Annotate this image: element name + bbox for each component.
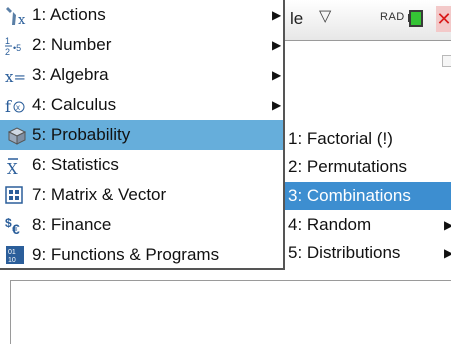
menu-item-finance[interactable]: $ € 8: Finance [0, 210, 283, 240]
algebra-icon: x= [4, 60, 30, 90]
submenu-item-label: 1: Factorial (!) [288, 129, 393, 148]
svg-text:10: 10 [8, 257, 16, 264]
menu-item-probability[interactable]: 5: Probability [0, 120, 283, 150]
submenu-item-combinations[interactable]: 3: Combinations [285, 182, 451, 210]
svg-text:x=: x= [5, 68, 26, 86]
submenu-arrow-icon: ▶ [272, 8, 282, 22]
title-bar: le ▽ RAD ✕ [276, 0, 451, 41]
chevron-down-icon[interactable]: ▽ [319, 6, 331, 26]
menu-item-calculus[interactable]: fx 4: Calculus ▶ [0, 90, 283, 120]
menu-item-label: 3: Algebra [32, 65, 109, 84]
svg-text:X: X [7, 160, 18, 178]
submenu-item-label: 4: Random [288, 215, 372, 234]
finance-icon: $ € [4, 210, 30, 240]
submenu-arrow-icon: ▶ [444, 246, 451, 260]
svg-text:$: $ [5, 216, 12, 230]
matrix-icon [4, 180, 30, 210]
svg-text:2: 2 [5, 47, 10, 57]
menu-item-label: 9: Functions & Programs [32, 245, 220, 264]
document-title[interactable]: le [290, 9, 303, 29]
svg-text:f: f [5, 97, 12, 116]
svg-text:x: x [16, 103, 20, 112]
probability-submenu: 1: Factorial (!) 2: Permutations 3: Comb… [284, 125, 451, 267]
menu-item-number[interactable]: 1 2 •5 2: Number ▶ [0, 30, 283, 60]
battery-icon [408, 10, 423, 27]
menu-item-algebra[interactable]: x= 3: Algebra ▶ [0, 60, 283, 90]
tools-icon: x [4, 0, 30, 30]
angle-mode-label: RAD [380, 11, 405, 23]
dice-icon [4, 120, 30, 150]
menu-item-label: 7: Matrix & Vector [32, 185, 167, 204]
entry-line[interactable] [10, 280, 451, 344]
menu-item-functions-programs[interactable]: 01 10 9: Functions & Programs [0, 240, 283, 270]
menu-item-label: 5: Probability [32, 125, 131, 144]
svg-text:€: € [12, 221, 20, 237]
menu-item-statistics[interactable]: X 6: Statistics [0, 150, 283, 180]
submenu-item-random[interactable]: 4: Random ▶ [285, 211, 451, 239]
submenu-arrow-icon: ▶ [272, 68, 282, 82]
submenu-arrow-icon: ▶ [272, 98, 282, 112]
menu-item-actions[interactable]: x 1: Actions ▶ [0, 0, 283, 30]
scroll-marker [442, 55, 451, 67]
menu-item-label: 8: Finance [32, 215, 112, 234]
submenu-item-label: 2: Permutations [288, 157, 408, 176]
menu-item-label: 2: Number [32, 35, 112, 54]
menu-item-label: 4: Calculus [32, 95, 117, 114]
menu-item-matrix-vector[interactable]: 7: Matrix & Vector [0, 180, 283, 210]
svg-text:01: 01 [8, 249, 16, 256]
calculus-icon: fx [4, 90, 30, 120]
menu-item-label: 6: Statistics [32, 155, 119, 174]
svg-text:•5: •5 [13, 43, 21, 53]
submenu-arrow-icon: ▶ [272, 38, 282, 52]
close-icon[interactable]: ✕ [436, 6, 451, 32]
main-menu: x 1: Actions ▶ 1 2 •5 2: Number ▶ x= 3: Al… [0, 0, 285, 270]
svg-text:1: 1 [5, 36, 10, 46]
submenu-item-factorial[interactable]: 1: Factorial (!) [285, 125, 451, 153]
functions-icon: 01 10 [4, 240, 30, 270]
submenu-item-permutations[interactable]: 2: Permutations [285, 153, 451, 181]
submenu-item-distributions[interactable]: 5: Distributions ▶ [285, 239, 451, 267]
menu-item-label: 1: Actions [32, 5, 106, 24]
submenu-item-label: 5: Distributions [288, 243, 401, 262]
fraction-icon: 1 2 •5 [4, 30, 30, 60]
xbar-icon: X [4, 150, 30, 180]
submenu-item-label: 3: Combinations [288, 186, 411, 205]
svg-text:x: x [18, 13, 26, 28]
submenu-arrow-icon: ▶ [444, 218, 451, 232]
